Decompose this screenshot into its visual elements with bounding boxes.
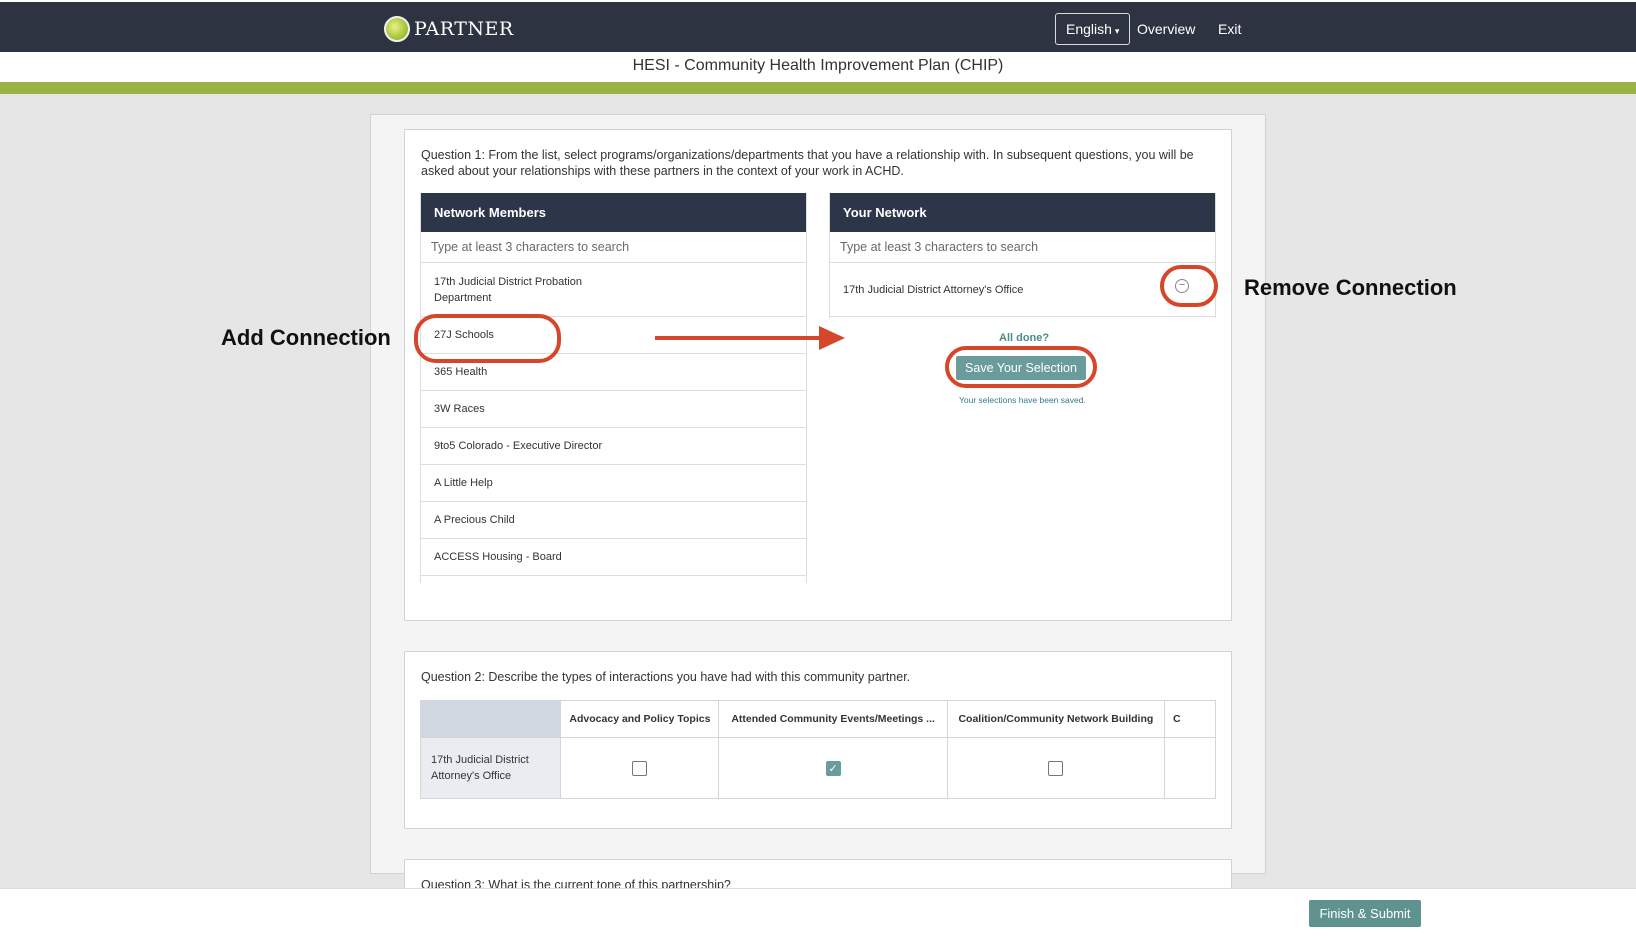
saved-status-message: Your selections have been saved. [959, 395, 1086, 405]
list-item[interactable]: 9to5 Colorado - Executive Director [421, 428, 806, 465]
checkbox-checked[interactable]: ✓ [825, 760, 841, 776]
network-members-search-input[interactable]: Type at least 3 characters to search [421, 232, 806, 263]
progress-bar [0, 82, 1636, 94]
top-navbar: PARTNER English ▾ Overview Exit [0, 0, 1636, 52]
list-item[interactable]: A Little Help [421, 465, 806, 502]
column-header: C [1163, 700, 1216, 738]
your-network-search-input[interactable]: Type at least 3 characters to search [830, 232, 1215, 263]
partner-logo[interactable]: PARTNER [384, 16, 514, 42]
table-cell [1163, 737, 1216, 799]
overview-link[interactable]: Overview [1137, 21, 1195, 37]
table-row: 17th Judicial District Attorney's Office… [420, 737, 1216, 799]
list-item-label: A Precious Child [434, 514, 515, 526]
table-cell: ✓ [718, 737, 948, 799]
your-network-panel: Your Network Type at least 3 characters … [829, 193, 1216, 318]
checkbox[interactable] [632, 760, 648, 776]
network-members-header: Network Members [421, 193, 806, 232]
list-item-label: 365 Health [434, 366, 488, 378]
list-item[interactable]: ACCESS Housing - Board [421, 539, 806, 576]
question1-text: Question 1: From the list, select progra… [421, 148, 1194, 178]
list-item[interactable]: A Precious Child [421, 502, 806, 539]
interaction-table: Advocacy and Policy Topics Attended Comm… [420, 700, 1216, 799]
list-item[interactable]: 3W Races [421, 391, 806, 428]
all-done-text: All done? [999, 332, 1050, 344]
logo-icon [384, 16, 410, 42]
row-label: 17th Judicial District Attorney's Office [420, 737, 562, 799]
finish-submit-button[interactable]: Finish & Submit [1309, 900, 1421, 927]
annotation-arrow-icon [655, 326, 845, 350]
remove-connection-annotation: Remove Connection [1244, 275, 1457, 300]
column-header: Coalition/Community Network Building [946, 700, 1165, 738]
checkbox[interactable] [1048, 760, 1064, 776]
table-cell [560, 737, 720, 799]
exit-link[interactable]: Exit [1218, 21, 1241, 37]
list-item-label: 9to5 Colorado - Executive Director [434, 440, 603, 452]
network-item: 17th Judicial District Attorney's Office… [830, 263, 1215, 317]
column-header: Advocacy and Policy Topics [560, 700, 720, 738]
question2-text: Question 2: Describe the types of intera… [421, 670, 911, 684]
list-item[interactable]: 17th Judicial District Probation Departm… [421, 263, 806, 317]
caret-down-icon: ▾ [1114, 26, 1120, 36]
annotation-highlight-oval [414, 314, 561, 363]
survey-title: HESI - Community Health Improvement Plan… [0, 52, 1636, 82]
list-item-label: A Little Help [434, 477, 493, 489]
language-dropdown[interactable]: English ▾ [1055, 13, 1131, 45]
language-label: English [1066, 21, 1112, 37]
add-connection-annotation: Add Connection [221, 325, 391, 350]
list-item-label: ACCESS Housing - Board [434, 551, 562, 563]
network-item-label: 17th Judicial District Attorney's Office [843, 283, 1024, 296]
table-cell [946, 737, 1165, 799]
annotation-highlight-oval [1160, 265, 1218, 307]
annotation-highlight-oval [945, 346, 1097, 388]
interaction-table-scroll[interactable]: Advocacy and Policy Topics Attended Comm… [420, 700, 1216, 800]
your-network-header: Your Network [830, 193, 1215, 232]
list-item-label: 3W Races [434, 403, 485, 415]
column-header: Attended Community Events/Meetings ... [718, 700, 948, 738]
logo-text: PARTNER [414, 18, 514, 40]
network-members-panel: Network Members Type at least 3 characte… [420, 193, 807, 583]
table-corner-header [420, 700, 562, 738]
list-item-label: 17th Judicial District Probation Departm… [434, 275, 582, 304]
